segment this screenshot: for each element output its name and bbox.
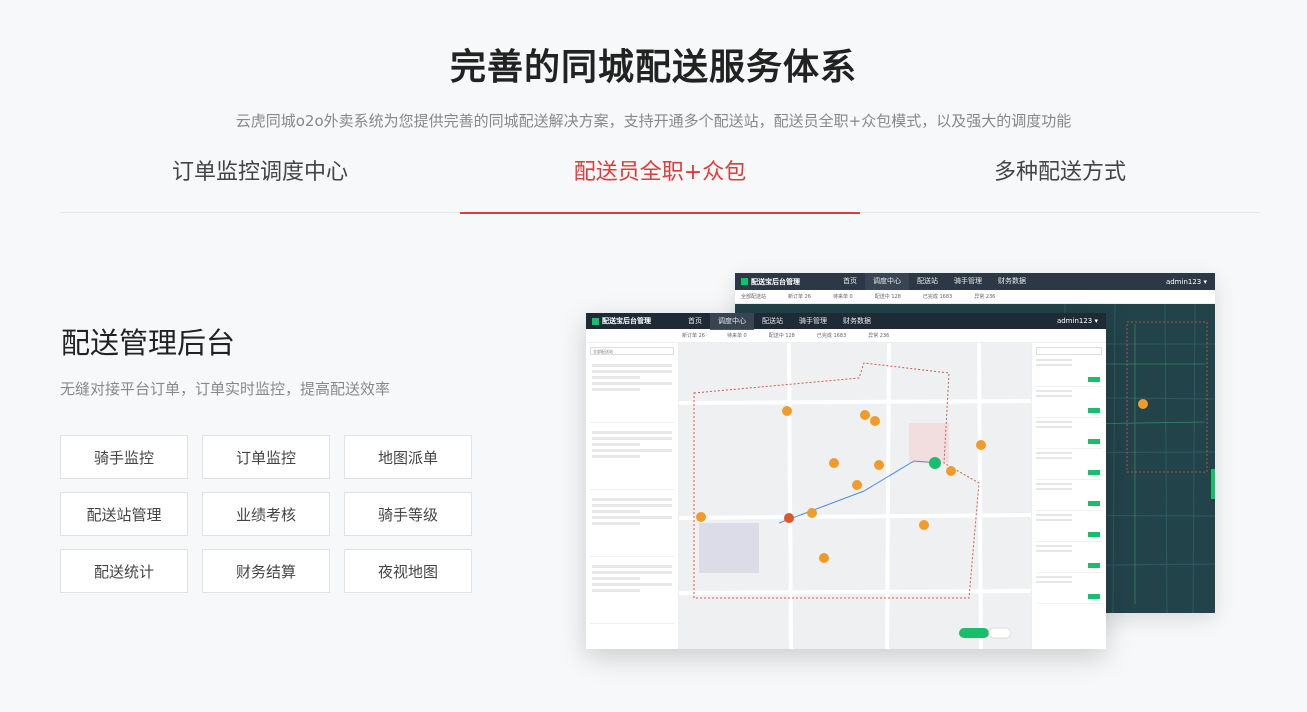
- tab-bar: 订单监控调度中心 配送员全职+众包 多种配送方式: [60, 148, 1260, 214]
- screenshot-topbar: 配送宝后台管理 首页 调度中心 配送站 骑手管理 财务数据 admin123 ▾: [586, 313, 1106, 330]
- tab-order-monitoring[interactable]: 订单监控调度中心: [60, 148, 460, 213]
- feature-station-management[interactable]: 配送站管理: [60, 492, 188, 536]
- nav-dispatch: 调度中心: [865, 273, 909, 290]
- rider-icon: [976, 440, 986, 450]
- rider-icon: [782, 406, 792, 416]
- stat-item: 待来单 0: [832, 294, 853, 300]
- rider-item: [1036, 576, 1102, 604]
- rider-icon: [860, 410, 870, 420]
- screenshot-user: admin123 ▾: [1056, 317, 1098, 325]
- section-title: 配送管理后台: [61, 326, 236, 360]
- stat-item: 新订单 26: [788, 294, 811, 300]
- order-card: [590, 359, 674, 423]
- rider-item: [1036, 514, 1102, 542]
- page-title: 完善的同城配送服务体系: [449, 47, 857, 88]
- rider-item: [1036, 545, 1102, 573]
- page-subtitle: 云虎同城o2o外卖系统为您提供完善的同城配送解决方案，支持开通多个配送站，配送员…: [235, 112, 1072, 130]
- feature-performance-review[interactable]: 业绩考核: [202, 492, 330, 536]
- rider-search: [1036, 347, 1102, 355]
- feature-finance-settlement[interactable]: 财务结算: [202, 549, 330, 593]
- screenshot-stats: 全部配送站 新订单 26 待来单 0 配送中 128 已完成 1683 异常 2…: [735, 290, 1215, 304]
- rider-list-panel: [1031, 343, 1106, 649]
- feature-night-map[interactable]: 夜视地图: [344, 549, 472, 593]
- screenshot-stats: 新订单 26 待来单 0 配送中 128 已完成 1683 异常 236: [586, 329, 1106, 343]
- dispatch-map: [679, 343, 1031, 649]
- order-card: [590, 493, 674, 557]
- rider-item: [1036, 421, 1102, 449]
- feature-grid: 骑手监控 订单监控 地图派单 配送站管理 业绩考核 骑手等级 配送统计 财务结算…: [60, 435, 472, 593]
- rider-icon: [696, 512, 706, 522]
- order-list-panel: 全部配送站: [586, 343, 679, 649]
- order-card: [590, 560, 674, 624]
- nav-riders: 骑手管理: [954, 277, 982, 285]
- stat-item: 待来单 0: [726, 333, 747, 339]
- feature-delivery-stats[interactable]: 配送统计: [60, 549, 188, 593]
- nav-home: 首页: [688, 316, 702, 325]
- rider-icon: [829, 458, 839, 468]
- rider-item: [1036, 359, 1102, 387]
- pickup-marker-icon: [929, 457, 941, 469]
- tab-rider-fulltime-crowdsource[interactable]: 配送员全职+众包: [460, 148, 860, 214]
- stat-item: 配送中 128: [874, 294, 901, 300]
- screenshot-logo: 配送宝后台管理: [735, 277, 825, 287]
- section-description: 无缝对接平台订单，订单实时监控，提高配送效率: [60, 380, 391, 398]
- feature-map-dispatch[interactable]: 地图派单: [344, 435, 472, 479]
- stat-item: 已完成 1683: [922, 294, 953, 300]
- tab-delivery-methods[interactable]: 多种配送方式: [860, 148, 1260, 213]
- stat-item: 异常 236: [868, 333, 890, 339]
- nav-station: 配送站: [762, 316, 783, 325]
- screenshot-topbar: 配送宝后台管理 首页 调度中心 配送站 骑手管理 财务数据 admin123 ▾: [735, 273, 1215, 290]
- nav-station: 配送站: [917, 277, 938, 285]
- nav-home: 首页: [843, 277, 857, 285]
- rider-icon: [852, 480, 862, 490]
- feature-order-monitoring[interactable]: 订单监控: [202, 435, 330, 479]
- rider-item: [1036, 452, 1102, 480]
- rider-icon: [1138, 399, 1148, 409]
- stat-item: 配送中 128: [768, 333, 795, 339]
- screenshot-logo: 配送宝后台管理: [586, 316, 676, 326]
- rider-icon: [946, 466, 956, 476]
- rider-icon: [919, 520, 929, 530]
- feature-rider-monitoring[interactable]: 骑手监控: [60, 435, 188, 479]
- rider-icon: [807, 508, 817, 518]
- order-card: [590, 426, 674, 490]
- screenshot-user: admin123 ▾: [1165, 277, 1207, 286]
- rider-item: [1036, 390, 1102, 418]
- nav-dispatch: 调度中心: [710, 313, 754, 330]
- screenshot-dispatch-center: 配送宝后台管理 首页 调度中心 配送站 骑手管理 财务数据 admin123 ▾…: [586, 313, 1106, 649]
- rider-icon: [870, 416, 880, 426]
- stat-item: 已完成 1683: [816, 333, 847, 339]
- rider-icon: [874, 460, 884, 470]
- stat-item: 新订单 26: [682, 333, 705, 339]
- nav-riders: 骑手管理: [799, 316, 827, 325]
- rider-item: [1036, 483, 1102, 511]
- feature-rider-level[interactable]: 骑手等级: [344, 492, 472, 536]
- station-select: 全部配送站: [741, 294, 767, 300]
- rider-icon: [819, 553, 829, 563]
- nav-finance: 财务数据: [843, 316, 871, 325]
- station-select: 全部配送站: [590, 347, 674, 355]
- stat-item: 异常 236: [974, 294, 996, 300]
- delivery-marker-icon: [784, 513, 794, 523]
- nav-finance: 财务数据: [998, 277, 1026, 285]
